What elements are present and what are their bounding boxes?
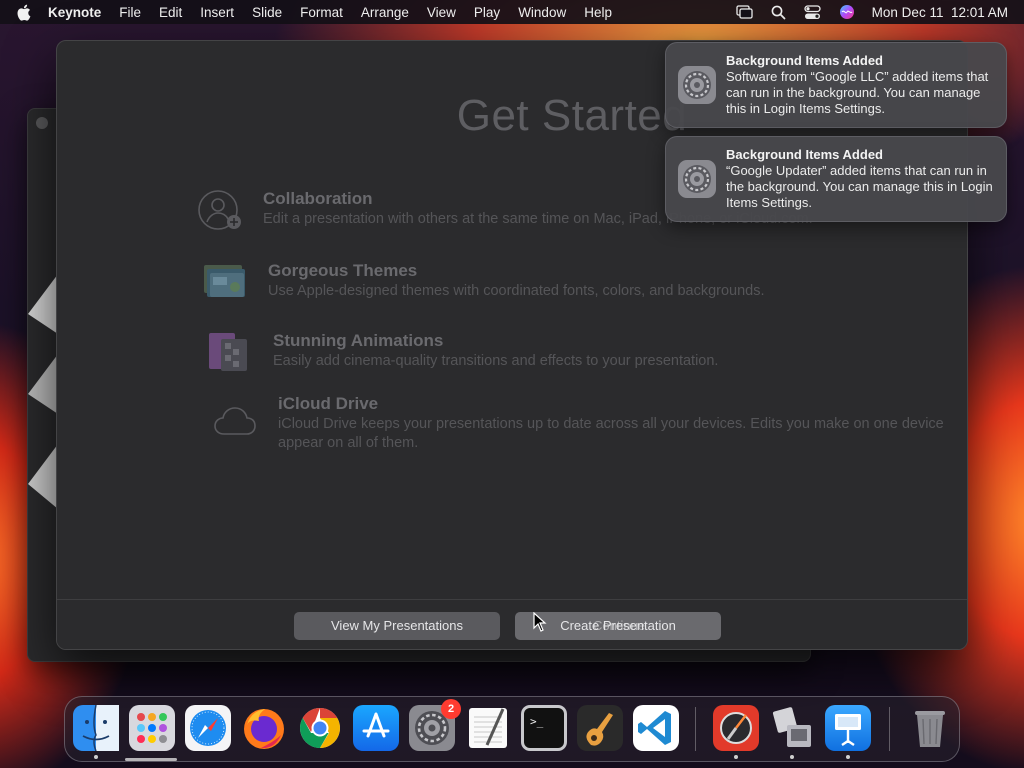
notification-body: Software from “Google LLC” added items t…	[726, 69, 989, 116]
system-settings-icon	[677, 65, 717, 105]
notification-title: Background Items Added	[726, 53, 883, 68]
menu-clock[interactable]: Mon Dec 11 12:01 AM	[872, 5, 1008, 20]
dock-separator	[695, 707, 696, 751]
running-indicator	[94, 755, 98, 759]
animations-icon	[207, 331, 253, 377]
menu-insert[interactable]: Insert	[200, 5, 234, 20]
dock: 2 >_	[64, 696, 960, 762]
system-settings-icon[interactable]: 2	[409, 699, 461, 751]
menu-file[interactable]: File	[119, 5, 141, 20]
notification-banner[interactable]: Background Items Added “Google Updater” …	[665, 136, 1007, 222]
instruments-icon[interactable]	[713, 705, 759, 751]
finder-icon[interactable]	[73, 704, 119, 752]
chrome-icon[interactable]	[297, 705, 343, 751]
system-settings-icon	[677, 159, 717, 199]
siri-icon[interactable]	[838, 3, 856, 21]
feature-title: Gorgeous Themes	[268, 261, 418, 280]
welcome-footer: View My Presentations Create Presentatio…	[57, 599, 967, 649]
trash-icon[interactable]	[907, 705, 953, 751]
feature-title: Collaboration	[263, 189, 373, 208]
window-control-button[interactable]	[36, 117, 48, 129]
screen-mirroring-icon[interactable]	[736, 3, 754, 21]
menu-help[interactable]: Help	[584, 5, 612, 20]
textedit-icon[interactable]	[465, 705, 511, 751]
feature-description: Easily add cinema-quality transitions an…	[273, 353, 719, 369]
app-store-icon[interactable]	[353, 705, 399, 751]
feature-title: iCloud Drive	[278, 394, 379, 413]
notification-body: “Google Updater” added items that can ru…	[726, 163, 993, 210]
mouse-cursor-icon	[533, 611, 547, 632]
notification-title: Background Items Added	[726, 147, 883, 162]
firefox-icon[interactable]	[241, 705, 287, 751]
menu-edit[interactable]: Edit	[159, 5, 182, 20]
menu-slide[interactable]: Slide	[252, 5, 282, 20]
menu-play[interactable]: Play	[474, 5, 500, 20]
menu-format[interactable]: Format	[300, 5, 343, 20]
svg-text:>_: >_	[530, 715, 544, 728]
safari-icon[interactable]	[185, 705, 231, 751]
garageband-icon[interactable]	[577, 705, 623, 751]
migration-assistant-icon[interactable]	[769, 705, 815, 751]
continue-overlay-label: Continue	[593, 618, 646, 633]
view-my-presentations-button[interactable]: View My Presentations	[294, 612, 500, 640]
menu-view[interactable]: View	[427, 5, 456, 20]
feature-title: Stunning Animations	[273, 331, 444, 350]
menu-arrange[interactable]: Arrange	[361, 5, 409, 20]
vscode-icon[interactable]	[633, 705, 679, 751]
menu-bar: Keynote File Edit Insert Slide Format Ar…	[0, 0, 1024, 24]
running-indicator	[790, 755, 794, 759]
control-center-icon[interactable]	[804, 3, 822, 21]
running-indicator	[734, 755, 738, 759]
menu-window[interactable]: Window	[518, 5, 566, 20]
collaboration-icon	[197, 189, 243, 235]
spotlight-search-icon[interactable]	[770, 3, 788, 21]
notification-banner[interactable]: Background Items Added Software from “Go…	[665, 42, 1007, 128]
keynote-icon[interactable]	[825, 705, 871, 751]
themes-icon	[202, 261, 248, 307]
notification-badge: 2	[441, 699, 461, 719]
running-indicator	[846, 755, 850, 759]
terminal-icon[interactable]: >_	[521, 705, 567, 751]
dock-separator	[889, 707, 890, 751]
apple-menu-icon[interactable]	[16, 3, 34, 21]
menu-app-name[interactable]: Keynote	[48, 5, 101, 20]
icloud-icon	[212, 404, 258, 450]
feature-description: iCloud Drive keeps your presentations up…	[278, 416, 944, 451]
launchpad-hover-indicator	[125, 758, 177, 761]
get-started-window: Get Started Collaboration Edit a present…	[56, 40, 968, 650]
launchpad-icon[interactable]	[129, 705, 175, 751]
feature-description: Use Apple-designed themes with coordinat…	[268, 283, 765, 299]
